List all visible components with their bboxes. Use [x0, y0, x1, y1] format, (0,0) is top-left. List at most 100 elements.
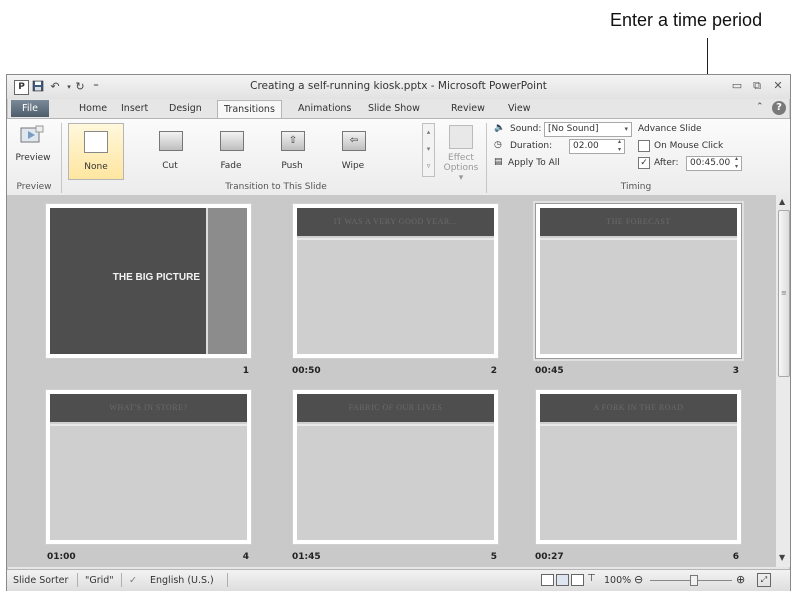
slide-thumbnail-3-selected[interactable]: THE FORECAST	[535, 203, 742, 359]
fit-to-window-icon[interactable]: ⤢	[757, 573, 771, 587]
zoom-out-icon[interactable]: ⊖	[634, 573, 643, 586]
help-icon[interactable]: ?	[772, 101, 786, 115]
zoom-in-icon[interactable]: ⊕	[736, 573, 745, 586]
slide-divider	[297, 424, 494, 426]
slide-canvas: WHAT'S IN STORE?	[50, 394, 247, 540]
slide-thumbnail-2[interactable]: IT WAS A VERY GOOD YEAR...	[292, 203, 499, 359]
group-separator	[61, 123, 62, 193]
duration-field[interactable]: 02.00 ▴ ▾	[569, 138, 625, 154]
slide-number: 5	[490, 552, 497, 562]
scroll-thumb[interactable]: ≡	[778, 210, 790, 377]
transition-label: Push	[281, 161, 303, 171]
status-separator	[227, 573, 228, 587]
slide-title-band: FABRIC OF OUR LIVES	[297, 394, 494, 422]
sound-icon: 🔈	[494, 123, 506, 133]
group-label-preview: Preview	[16, 182, 52, 192]
preview-button[interactable]: Preview	[13, 123, 53, 167]
minimize-icon[interactable]: ▭	[729, 79, 745, 93]
vertical-scrollbar[interactable]: ▲ ≡ ▼	[776, 195, 790, 567]
apply-to-all-button[interactable]: Apply To All	[508, 158, 560, 168]
slide-number: 2	[490, 366, 497, 376]
tab-design[interactable]: Design	[163, 100, 208, 117]
normal-view-icon[interactable]	[541, 574, 554, 586]
slide-timing: 01:45	[292, 552, 321, 562]
tab-transitions[interactable]: Transitions	[217, 100, 282, 118]
slide-title-band: A FORK IN THE ROAD	[540, 394, 737, 422]
grip-icon: ≡	[781, 289, 787, 297]
slide-timing: 00:45	[535, 366, 564, 376]
duration-label: Duration:	[510, 141, 553, 151]
tab-slide-show[interactable]: Slide Show	[362, 100, 426, 117]
zoom-slider-thumb[interactable]	[690, 575, 698, 586]
close-icon[interactable]: ✕	[770, 79, 786, 93]
tab-review[interactable]: Review	[445, 100, 491, 117]
advance-slide-heading: Advance Slide	[638, 124, 702, 134]
after-checkbox[interactable]: ✓	[638, 157, 650, 169]
slide-thumbnail-1[interactable]: THE BIG PICTURE	[45, 203, 252, 359]
powerpoint-window: P ↶ ▾ ↻ ⁼ Creating a self-running kiosk.…	[6, 74, 791, 591]
language-indicator[interactable]: English (U.S.)	[150, 575, 214, 586]
reading-view-icon[interactable]	[571, 574, 584, 586]
scroll-up-icon[interactable]: ▲	[779, 197, 785, 206]
view-indicator: Slide Sorter	[13, 575, 69, 586]
slide-thumbnail-4[interactable]: WHAT'S IN STORE?	[45, 389, 252, 545]
gallery-scroll[interactable]: ▴ ▾ ▿	[422, 123, 435, 177]
transition-label: Cut	[162, 161, 178, 171]
transition-cut[interactable]: Cut	[143, 123, 197, 178]
slide-timing: 00:27	[535, 552, 564, 562]
slide-canvas: THE FORECAST	[540, 208, 737, 354]
slide-thumbnail-5[interactable]: FABRIC OF OUR LIVES	[292, 389, 499, 545]
restore-icon[interactable]: ⧉	[749, 79, 765, 93]
slide-number: 6	[732, 552, 739, 562]
slide-thumbnail-6[interactable]: A FORK IN THE ROAD	[535, 389, 742, 545]
on-mouse-click-checkbox[interactable]	[638, 140, 650, 152]
slide-title-band: IT WAS A VERY GOOD YEAR...	[297, 208, 494, 236]
tab-animations[interactable]: Animations	[292, 100, 357, 117]
slide-sorter-pane: THE BIG PICTURE 1 IT WAS A VERY GOOD YEA…	[7, 195, 776, 567]
group-label-transition: Transition to This Slide	[225, 182, 327, 192]
slide-canvas: THE BIG PICTURE	[50, 208, 247, 354]
effect-options-label: Effect	[448, 153, 474, 163]
clock-icon: ◷	[494, 140, 502, 150]
slide-timing: 00:50	[292, 366, 321, 376]
status-separator	[77, 573, 78, 587]
slide-divider	[50, 424, 247, 426]
status-bar: Slide Sorter "Grid" ✓ English (U.S.) ⊤ 1…	[7, 569, 790, 591]
tab-insert[interactable]: Insert	[115, 100, 154, 117]
preview-icon	[20, 125, 44, 143]
window-title: Creating a self-running kiosk.pptx - Mic…	[250, 80, 547, 92]
spinner-icon[interactable]: ▴ ▾	[735, 155, 738, 171]
transition-wipe[interactable]: ⇦ Wipe	[326, 123, 380, 178]
slide-side-panel	[206, 208, 247, 354]
slide-title: THE FORECAST	[606, 217, 671, 226]
sound-dropdown[interactable]: [No Sound] ▾	[544, 122, 632, 137]
zoom-level[interactable]: 100%	[604, 575, 631, 586]
tab-view[interactable]: View	[502, 100, 537, 117]
transition-push[interactable]: ⇧ Push	[265, 123, 319, 178]
slide-title: IT WAS A VERY GOOD YEAR...	[333, 217, 458, 226]
slide-show-view-icon[interactable]: ⊤	[587, 573, 596, 584]
transition-none-selected[interactable]: None	[68, 123, 124, 180]
slide-title-band: THE FORECAST	[540, 208, 737, 236]
transition-label: Fade	[220, 161, 242, 171]
spelling-check-icon[interactable]: ✓	[129, 575, 137, 586]
scroll-down-icon[interactable]: ▼	[779, 553, 785, 562]
tab-file[interactable]: File	[11, 100, 49, 117]
minimize-ribbon-icon[interactable]: ⌃	[756, 102, 764, 112]
slide-title: WHAT'S IN STORE?	[109, 403, 188, 412]
slide-sorter-view-icon[interactable]	[556, 574, 569, 586]
transition-label: None	[84, 162, 108, 172]
status-separator	[121, 573, 122, 587]
after-value: 00:45.00	[690, 158, 731, 168]
spinner-icon[interactable]: ▴ ▾	[618, 138, 621, 154]
slide-canvas: FABRIC OF OUR LIVES	[297, 394, 494, 540]
transition-fade[interactable]: Fade	[204, 123, 258, 178]
slide-divider	[297, 238, 494, 240]
after-time-field[interactable]: 00:45.00 ▴ ▾	[686, 155, 742, 171]
effect-options-button[interactable]: Effect Options ▾	[440, 123, 482, 183]
tab-home[interactable]: Home	[73, 100, 113, 117]
slide-title: A FORK IN THE ROAD	[593, 403, 684, 412]
group-label-timing: Timing	[620, 182, 652, 192]
after-label: After:	[654, 158, 679, 168]
callout-label: Enter a time period	[610, 10, 763, 30]
